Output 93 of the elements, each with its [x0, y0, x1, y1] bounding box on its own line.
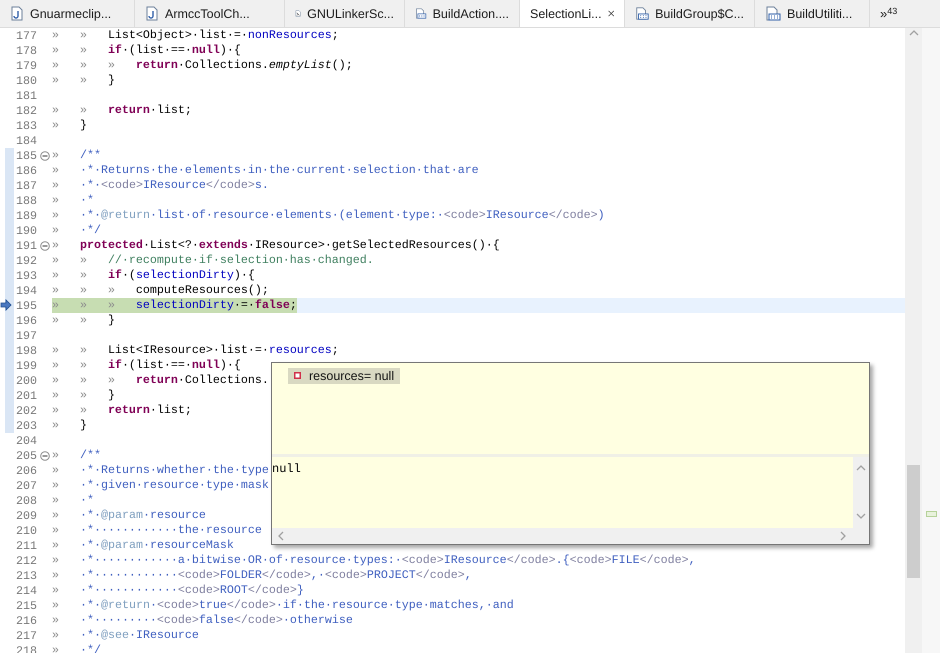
- collapse-icon[interactable]: [40, 150, 50, 160]
- annotation-marker[interactable]: [926, 511, 937, 517]
- line-number: 215: [15, 598, 38, 612]
- line-number: 203: [15, 418, 38, 432]
- line-number: 177: [15, 28, 38, 42]
- line-number: 182: [15, 104, 38, 118]
- code-line: » protected·List<?·extends·IResource>·getSelectedResources()·{: [52, 238, 500, 253]
- code-line: » ·*·Returns·whether·the·type: [52, 463, 269, 478]
- line-number: 194: [15, 284, 38, 298]
- line-number: 214: [15, 584, 38, 598]
- class-file-icon: [635, 6, 650, 21]
- line-number: 216: [15, 614, 38, 628]
- class-file-icon: [415, 6, 427, 21]
- code-line: » » }: [52, 313, 115, 328]
- line-number: 181: [15, 88, 38, 102]
- code-line: » » }: [52, 388, 115, 403]
- code-line: » » » return·Collections.: [52, 373, 269, 388]
- line-number: 183: [15, 118, 38, 132]
- code-line: » ·*············the·resource: [52, 523, 262, 538]
- collapse-icon[interactable]: [40, 240, 50, 250]
- code-line: » ·*/: [52, 643, 101, 653]
- code-line: » ·*············<code>ROOT</code>}: [52, 583, 304, 598]
- line-number: 193: [15, 268, 38, 282]
- line-number: 217: [15, 628, 38, 642]
- collapse-icon[interactable]: [40, 450, 50, 460]
- code-line: » » if·(list·==·null)·{: [52, 43, 241, 58]
- java-file-icon: [145, 6, 159, 21]
- line-number: 207: [15, 478, 38, 492]
- variable-icon: [294, 372, 301, 379]
- code-line: » ·*: [52, 193, 94, 208]
- line-number: 199: [15, 358, 38, 372]
- line-number: 209: [15, 508, 38, 522]
- code-line: » » return·list;: [52, 103, 192, 118]
- line-number: 204: [15, 434, 38, 448]
- line-number: 179: [15, 58, 38, 72]
- variable-item[interactable]: resources= null: [288, 368, 400, 384]
- line-number: 187: [15, 178, 38, 192]
- code-line: » ·*·<code>IResource</code>s.: [52, 178, 269, 193]
- line-number: 180: [15, 74, 38, 88]
- code-line: » /**: [52, 148, 101, 163]
- code-line: » » List<Object>·list·=·nonResources;: [52, 28, 339, 43]
- line-number: 200: [15, 374, 38, 388]
- code-line: » ·*·@param·resourceMask: [52, 538, 234, 553]
- code-line: » » if·(list·==·null)·{: [52, 358, 241, 373]
- line-number: 189: [15, 208, 38, 222]
- class-file-icon: [765, 6, 781, 21]
- line-number: 178: [15, 44, 38, 58]
- code-line: » » List<IResource>·list·=·resources;: [52, 343, 339, 358]
- line-number: 196: [15, 314, 38, 328]
- code-line: » ·*·Returns·the·elements·in·the·current·selection·that·are: [52, 163, 479, 178]
- line-number: 208: [15, 494, 38, 508]
- line-number: 191: [15, 238, 38, 252]
- line-number: 192: [15, 254, 38, 268]
- code-line: » ·*: [52, 493, 94, 508]
- code-line: » » » computeResources();: [52, 283, 269, 298]
- line-number: 205: [15, 448, 38, 462]
- editor-tab[interactable]: SelectionLi...: [520, 0, 625, 27]
- code-line: » ·*·@return·list·of·resource·elements·(element·type:·<code>IResource</code>): [52, 208, 605, 223]
- code-line: » ·*·given·resource·type·mask: [52, 478, 269, 493]
- line-number: 206: [15, 464, 38, 478]
- scrollbar-thumb[interactable]: [907, 465, 920, 578]
- code-line: » ·*·········<code>false</code>·otherwise: [52, 613, 353, 628]
- line-number: 210: [15, 524, 38, 538]
- code-line: » }: [52, 118, 87, 133]
- line-number: 190: [15, 224, 38, 238]
- code-line: » /**: [52, 448, 101, 463]
- code-line: » » //·recompute·if·selection·has·changed.: [52, 253, 374, 268]
- code-line: » ·*············a·bitwise·OR·of·resource·types:·<code>IResource</code>.{<code>FILE</code>,: [52, 553, 696, 568]
- line-number: 186: [15, 164, 38, 178]
- java-file-icon: [10, 6, 24, 21]
- line-number: 185: [15, 148, 38, 162]
- line-number: 197: [15, 328, 38, 342]
- line-number: 188: [15, 194, 38, 208]
- close-icon[interactable]: [608, 8, 614, 19]
- code-line: » » return·list;: [52, 403, 192, 418]
- code-line: » » » return·Collections.emptyList();: [52, 58, 353, 73]
- code-line: » ·*·@see·IResource: [52, 628, 199, 643]
- line-number: 211: [15, 538, 38, 552]
- line-number: 195: [15, 298, 38, 312]
- line-number: 184: [15, 134, 38, 148]
- code-line: » » }: [52, 73, 115, 88]
- code-line: » ·*·@return·<code>true</code>·if·the·resource·type·matches,·and: [52, 598, 514, 613]
- code-line: » ·*/: [52, 223, 101, 238]
- line-number: 201: [15, 388, 38, 402]
- code-line: » ·*············<code>FOLDER</code>,·<code>PROJECT</code>,: [52, 568, 472, 583]
- line-number: 198: [15, 344, 38, 358]
- line-number: 213: [15, 568, 38, 582]
- value-text: null: [272, 462, 301, 476]
- line-number: 202: [15, 404, 38, 418]
- code-line: » ·*·@param·resource: [52, 508, 206, 523]
- line-number: 212: [15, 554, 38, 568]
- code-line: » » if·(selectionDirty)·{: [52, 268, 255, 283]
- code-line: » }: [52, 418, 87, 433]
